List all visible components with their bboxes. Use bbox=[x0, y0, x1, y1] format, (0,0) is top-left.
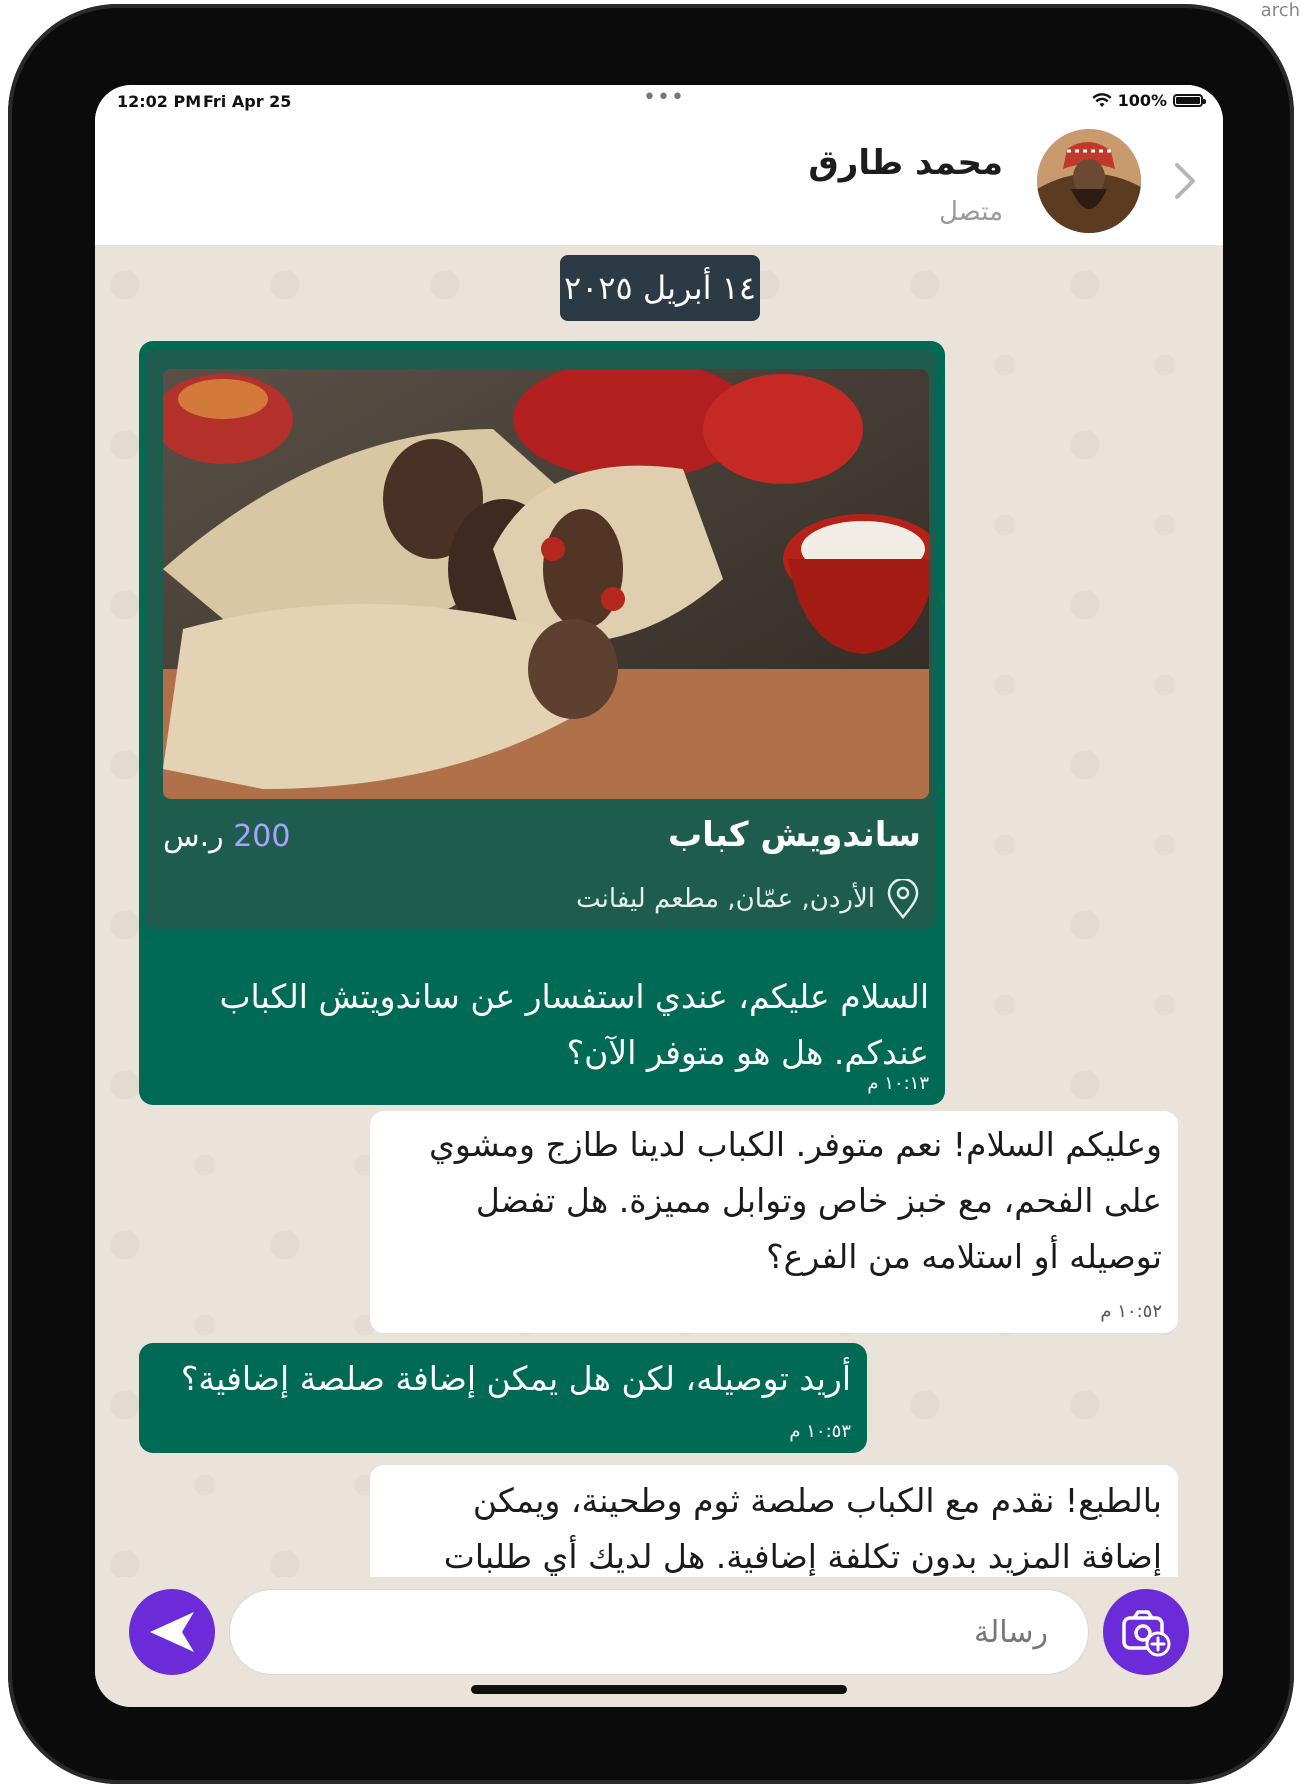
message-line: إضافة المزيد بدون تكلفة إضافية. هل لديك … bbox=[443, 1537, 1162, 1576]
battery-percent: 100% bbox=[1117, 91, 1167, 110]
product-card[interactable]: ساندويش كباب 200 ر.س الأردن, عمّان, مطعم… bbox=[145, 349, 935, 929]
message-bubble-outgoing[interactable]: أريد توصيله، لكن هل يمكن إضافة صلصة إضاف… bbox=[139, 1343, 867, 1453]
camera-plus-icon bbox=[1122, 1610, 1171, 1657]
chat-header: محمد طارق متصل bbox=[95, 115, 1223, 245]
status-indicators: 100% bbox=[1092, 91, 1206, 110]
chevron-right-icon[interactable] bbox=[1167, 161, 1203, 201]
tablet-frame: 12:02 PM Fri Apr 25 ••• 100% محمد طارق م… bbox=[8, 4, 1294, 1784]
product-location-text: الأردن, عمّان, مطعم ليفانت bbox=[576, 884, 875, 914]
message-bubble-incoming[interactable]: وعليكم السلام! نعم متوفر. الكباب لدينا ط… bbox=[370, 1111, 1178, 1333]
product-price-value: 200 bbox=[233, 819, 291, 854]
product-location: الأردن, عمّان, مطعم ليفانت bbox=[576, 879, 921, 919]
kebab-sandwich-photo bbox=[163, 369, 929, 799]
screen: 12:02 PM Fri Apr 25 ••• 100% محمد طارق م… bbox=[95, 85, 1223, 1707]
message-line: على الفحم، مع خبز خاص وتوابل مميزة. هل ت… bbox=[475, 1181, 1162, 1220]
contact-status: متصل bbox=[938, 197, 1003, 227]
message-time: ١٠:٥٢ م bbox=[1100, 1301, 1162, 1322]
product-price-currency: ر.س bbox=[163, 819, 224, 854]
avatar[interactable] bbox=[1037, 129, 1141, 233]
message-line: توصيله أو استلامه من الفرع؟ bbox=[766, 1237, 1162, 1276]
send-button[interactable] bbox=[129, 1589, 215, 1675]
contact-name[interactable]: محمد طارق bbox=[808, 143, 1003, 183]
message-text: وعليكم السلام! نعم متوفر. الكباب لدينا ط… bbox=[370, 1117, 1178, 1285]
message-line: السلام عليكم، عندي استفسار عن ساندويتش ا… bbox=[219, 977, 929, 1016]
product-name: ساندويش كباب bbox=[668, 815, 921, 855]
message-time: ١٠:٥٣ م bbox=[789, 1421, 851, 1442]
date-chip: ١٤ أبريل ٢٠٢٥ bbox=[560, 255, 760, 321]
avatar-image bbox=[1037, 129, 1141, 233]
message-input[interactable] bbox=[229, 1589, 1089, 1675]
battery-icon bbox=[1173, 94, 1206, 107]
message-text: السلام عليكم، عندي استفسار عن ساندويتش ا… bbox=[139, 969, 945, 1081]
multitasking-dots[interactable]: ••• bbox=[643, 85, 685, 110]
home-indicator[interactable] bbox=[471, 1685, 847, 1694]
message-bubble-incoming[interactable]: بالطبع! نقدم مع الكباب صلصة ثوم وطحينة، … bbox=[370, 1465, 1178, 1577]
status-time: 12:02 PM bbox=[117, 92, 202, 111]
product-image[interactable] bbox=[163, 369, 929, 799]
corner-fragment-text: arch bbox=[1260, 0, 1300, 21]
message-line: وعليكم السلام! نعم متوفر. الكباب لدينا ط… bbox=[429, 1125, 1162, 1164]
message-text: أريد توصيله، لكن هل يمكن إضافة صلصة إضاف… bbox=[139, 1351, 867, 1407]
message-line: عندكم. هل هو متوفر الآن؟ bbox=[566, 1033, 929, 1072]
status-bar: 12:02 PM Fri Apr 25 ••• 100% bbox=[95, 85, 1223, 115]
message-time: ١٠:١٣ م bbox=[867, 1073, 929, 1094]
message-line: أريد توصيله، لكن هل يمكن إضافة صلصة إضاف… bbox=[180, 1359, 851, 1398]
wifi-icon bbox=[1092, 92, 1112, 107]
status-date: Fri Apr 25 bbox=[203, 92, 292, 111]
map-pin-icon bbox=[887, 879, 919, 919]
message-text: بالطبع! نقدم مع الكباب صلصة ثوم وطحينة، … bbox=[370, 1473, 1178, 1577]
product-price: 200 ر.س bbox=[163, 819, 290, 854]
send-arrow-icon bbox=[150, 1612, 194, 1652]
chat-area[interactable]: ١٤ أبريل ٢٠٢٥ ساندويش كباب 200 ر.س الأرد… bbox=[95, 245, 1223, 1577]
message-line: بالطبع! نقدم مع الكباب صلصة ثوم وطحينة، … bbox=[472, 1481, 1162, 1520]
camera-button[interactable] bbox=[1103, 1589, 1189, 1675]
message-bubble-outgoing[interactable]: ساندويش كباب 200 ر.س الأردن, عمّان, مطعم… bbox=[139, 341, 945, 1105]
